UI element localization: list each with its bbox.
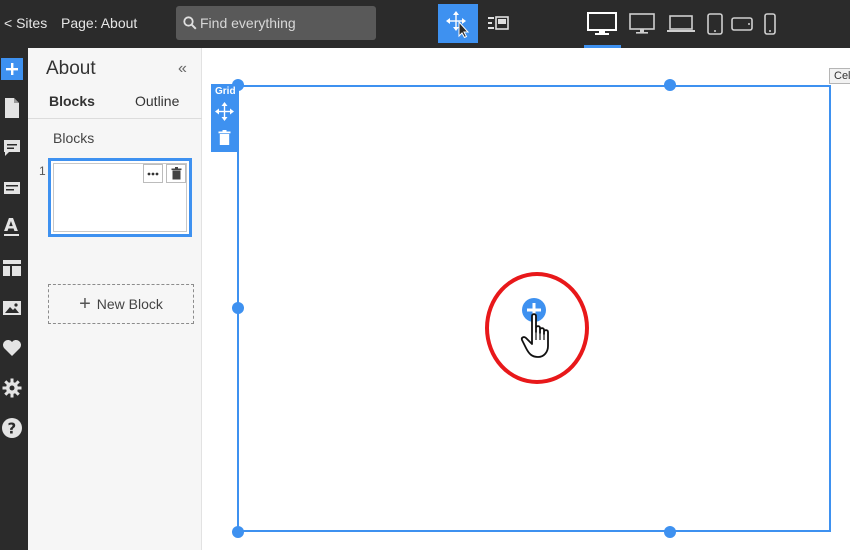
grid-delete-icon[interactable]	[218, 130, 231, 145]
cell-divider	[829, 85, 831, 532]
layout-tool-button[interactable]	[478, 4, 518, 43]
rail-forms-button[interactable]	[1, 177, 23, 199]
laptop-icon	[667, 15, 695, 32]
tab-outline[interactable]: Outline	[135, 93, 179, 109]
blocks-section-label: Blocks	[53, 130, 95, 146]
new-block-label: New Block	[96, 296, 163, 312]
tablet-portrait-icon	[707, 13, 723, 35]
mobile-icon	[764, 13, 776, 35]
device-mobile[interactable]	[752, 8, 788, 40]
gear-icon	[2, 378, 22, 398]
device-laptop[interactable]	[663, 8, 699, 40]
grid-toolbar: Grid	[211, 84, 238, 152]
resize-handle-bottom-left[interactable]	[232, 526, 244, 538]
rail-media-button[interactable]	[1, 297, 23, 319]
device-desktop-large[interactable]	[584, 8, 620, 40]
cell-label[interactable]: Cel	[829, 68, 850, 84]
form-icon	[4, 182, 20, 194]
sites-link[interactable]: < Sites	[4, 14, 47, 32]
tab-blocks[interactable]: Blocks	[49, 93, 95, 109]
grid-label: Grid	[215, 86, 236, 97]
text-style-icon: A	[4, 215, 19, 236]
block-number: 1	[39, 164, 46, 178]
layout-icon	[3, 260, 21, 276]
block-thumbnail[interactable]	[48, 158, 192, 237]
new-block-button[interactable]: + New Block	[48, 284, 194, 324]
search-box[interactable]	[176, 6, 376, 40]
heart-icon	[3, 340, 21, 356]
grid-move-icon[interactable]	[215, 102, 234, 121]
image-icon	[3, 301, 21, 315]
page-label: Page: About	[61, 15, 138, 31]
move-tool-button[interactable]	[438, 4, 478, 43]
rail-settings-button[interactable]	[1, 377, 23, 399]
plus-icon: +	[79, 293, 91, 315]
block-more-button[interactable]	[143, 164, 163, 183]
resize-handle-bottom[interactable]	[664, 526, 676, 538]
tab-divider	[28, 118, 202, 119]
blocks-panel: About « Blocks Outline Blocks 1 + New Bl…	[28, 48, 202, 550]
move-tool-icon	[446, 10, 470, 38]
more-icon	[147, 172, 159, 175]
comment-icon	[4, 140, 20, 156]
rail-layout-button[interactable]	[1, 257, 23, 279]
desktop-large-icon	[587, 12, 617, 35]
block-delete-button[interactable]	[166, 164, 186, 183]
add-icon	[6, 63, 18, 75]
rail-add-button[interactable]	[1, 58, 23, 80]
rail-favorites-button[interactable]	[1, 337, 23, 359]
top-bar: < Sites Page: About	[0, 0, 850, 48]
panel-title: About	[46, 58, 96, 79]
svg-text:A: A	[4, 215, 18, 236]
search-input[interactable]	[200, 6, 370, 40]
collapse-panel-button[interactable]: «	[178, 60, 187, 78]
svg-text:?: ?	[8, 420, 17, 438]
hand-cursor-icon	[520, 313, 549, 358]
rail-pages-button[interactable]	[1, 97, 23, 119]
page-icon	[5, 98, 19, 118]
desktop-icon	[629, 13, 655, 34]
left-rail: A ?	[0, 48, 28, 550]
rail-help-button[interactable]: ?	[1, 417, 23, 439]
tablet-landscape-icon	[731, 17, 753, 31]
search-icon	[183, 16, 197, 30]
resize-handle-top[interactable]	[664, 79, 676, 91]
rail-text-style-button[interactable]: A	[1, 215, 23, 238]
rail-comments-button[interactable]	[1, 137, 23, 159]
help-icon: ?	[2, 418, 22, 438]
device-desktop[interactable]	[624, 8, 660, 40]
resize-handle-left[interactable]	[232, 302, 244, 314]
layout-tool-icon	[488, 15, 509, 30]
trash-icon	[171, 167, 181, 180]
